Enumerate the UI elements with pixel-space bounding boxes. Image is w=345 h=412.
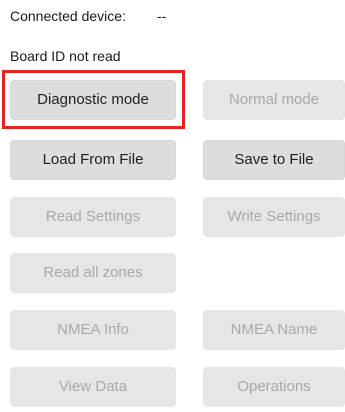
connected-device-row: Connected device: --	[10, 6, 166, 26]
read-all-zones-button[interactable]: Read all zones	[10, 253, 176, 293]
read-settings-button[interactable]: Read Settings	[10, 197, 176, 237]
save-to-file-button[interactable]: Save to File	[203, 140, 345, 180]
connected-device-label: Connected device:	[10, 8, 126, 24]
operations-button[interactable]: Operations	[203, 367, 345, 407]
diagnostic-mode-button[interactable]: Diagnostic mode	[10, 80, 176, 120]
write-settings-button[interactable]: Write Settings	[203, 197, 345, 237]
view-data-button[interactable]: View Data	[10, 367, 176, 407]
nmea-name-button[interactable]: NMEA Name	[203, 310, 345, 350]
normal-mode-button[interactable]: Normal mode	[203, 80, 345, 120]
nmea-info-button[interactable]: NMEA Info	[10, 310, 176, 350]
connected-device-value: --	[157, 8, 167, 24]
load-from-file-button[interactable]: Load From File	[10, 140, 176, 180]
board-id-status: Board ID not read	[10, 48, 121, 64]
